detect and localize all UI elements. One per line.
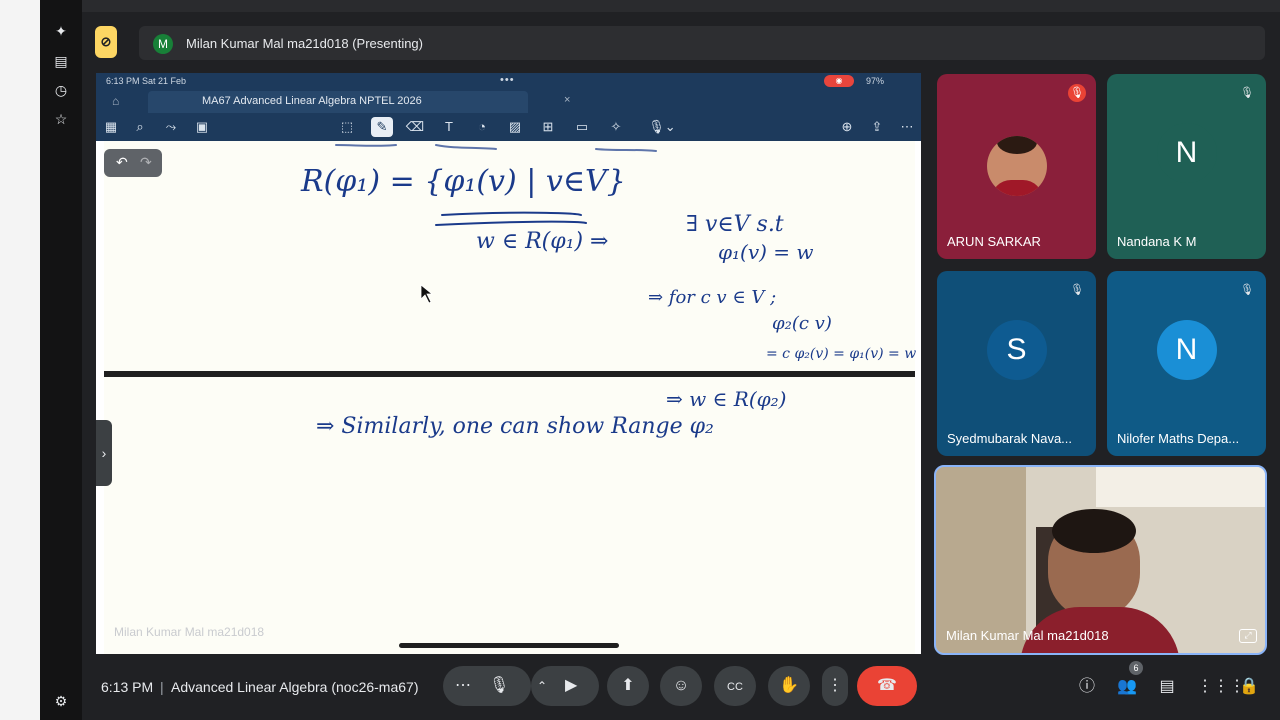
more-horizontal-icon[interactable]: ⋯ — [455, 666, 471, 706]
participant-tile[interactable]: S 🎙 Syedmubarak Nava... — [937, 271, 1096, 456]
reactions-button[interactable]: ☺ — [660, 666, 702, 706]
mic-off-icon: 🎙 — [1240, 87, 1254, 99]
camera-icon[interactable]: ▶ — [565, 666, 577, 706]
hw-line-8: ⇒ w ∈ R(φ₂) — [666, 387, 786, 411]
hang-up-icon: ☎ — [877, 677, 897, 694]
info-icon[interactable]: ⓘ — [1076, 676, 1098, 698]
hw-line-2: w ∈ R(φ₁) ⇒ — [476, 229, 608, 254]
mic-off-icon: 🎙 — [1240, 284, 1254, 296]
captions-button[interactable]: CC — [714, 666, 756, 706]
emoji-icon: ☺ — [672, 677, 690, 694]
presenter-avatar: M — [153, 34, 173, 54]
settings-icon[interactable]: ⚙ — [52, 692, 70, 710]
present-screen-button[interactable]: ⬆ — [607, 666, 649, 706]
leave-call-button[interactable]: ☎ — [857, 666, 917, 706]
participant-tile[interactable]: N 🎙 Nandana K M — [1107, 74, 1266, 259]
browser-chrome-strip — [0, 0, 1280, 12]
more-actions-group: ⋯ 🎙 — [443, 666, 531, 706]
notes-icon[interactable]: ▤ — [52, 52, 70, 70]
star-icon[interactable]: ☆ — [52, 110, 70, 128]
participant-name: ARUN SARKAR — [947, 234, 1041, 249]
avatar — [987, 136, 1047, 196]
self-name: Milan Kumar Mal ma21d018 — [946, 628, 1109, 643]
participant-name: Nilofer Maths Depa... — [1117, 431, 1240, 446]
present-off-icon[interactable]: ⊘ — [95, 26, 117, 58]
hand-icon: ✋ — [779, 677, 799, 694]
ceiling-light — [1096, 467, 1265, 507]
presenting-label: Milan Kumar Mal ma21d018 (Presenting) — [186, 36, 423, 51]
hw-line-5: ⇒ for c v ∈ V ; — [648, 287, 776, 308]
home-indicator — [399, 643, 619, 648]
mic-off-icon: 🎙 — [1068, 84, 1086, 102]
door-frame — [936, 467, 1026, 653]
meeting-time: 6:13 PM — [101, 679, 154, 695]
avatar: N — [1156, 319, 1217, 380]
sparkle-icon[interactable]: ✦ — [52, 22, 70, 40]
participant-name: Nandana K M — [1117, 234, 1197, 249]
avatar: N — [1156, 122, 1217, 183]
mic-off-icon: 🎙 — [1070, 284, 1084, 296]
people-icon[interactable]: 👥 — [1116, 676, 1138, 698]
host-controls-icon[interactable]: 🔒 — [1238, 676, 1260, 698]
hw-line-1: R(φ₁) = {φ₁(v) | v∈V} — [300, 164, 626, 199]
meet-window: ✦ ▤ ◷ ☆ ⚙ ⊘ M Milan Kumar Mal ma21d018 (… — [0, 0, 1280, 720]
separator: | — [160, 679, 164, 695]
avatar: S — [986, 319, 1047, 380]
captions-icon: CC — [727, 681, 743, 693]
participant-tile[interactable]: 🎙 ARUN SARKAR — [937, 74, 1096, 259]
hw-line-3: ∃ v∈V s.t — [686, 212, 784, 237]
handwritten-notes: R(φ₁) = {φ₁(v) | v∈V} w ∈ R(φ₁) ⇒ ∃ v∈V … — [300, 144, 916, 439]
pip-icon[interactable]: ⤢ — [1239, 629, 1257, 643]
self-view-tile[interactable]: Milan Kumar Mal ma21d018 ⤢ — [934, 465, 1267, 655]
hw-line-9: ⇒ Similarly, one can show Range φ₂ — [316, 414, 714, 439]
more-options-button[interactable]: ⋮ — [822, 666, 848, 706]
participant-count-badge: 6 — [1129, 661, 1143, 675]
mouse-pointer — [420, 284, 434, 304]
camera-group: ⌃ ▶ — [531, 666, 599, 706]
undo-redo-pill: ↶ ↷ — [104, 149, 162, 177]
participant-tile[interactable]: N 🎙 Nilofer Maths Depa... — [1107, 271, 1266, 456]
presenter-watermark: Milan Kumar Mal ma21d018 — [114, 625, 265, 639]
redo-icon[interactable]: ↷ — [140, 154, 152, 171]
microphone-icon[interactable]: 🎙 — [489, 666, 509, 706]
chevron-up-icon[interactable]: ⌃ — [537, 666, 547, 706]
hw-line-6: φ₂(c v) — [772, 313, 832, 334]
undo-icon[interactable]: ↶ — [116, 154, 128, 171]
present-icon: ⬆ — [621, 677, 635, 694]
os-left-rail — [0, 0, 40, 720]
person-head — [1048, 509, 1140, 619]
participant-name: Syedmubarak Nava... — [947, 431, 1073, 446]
side-panel-rail — [40, 0, 82, 720]
meeting-title: Advanced Linear Algebra (noc26-ma67) — [171, 679, 419, 695]
activities-icon[interactable]: ⋮⋮⋮ — [1197, 676, 1245, 698]
shared-screen: 6:13 PM Sat 21 Feb ••• ◉ 97% ⌂ MA67 Adva… — [96, 73, 921, 654]
chat-icon[interactable]: ▤ — [1156, 676, 1178, 698]
hw-line-7: = c φ₂(v) = φ₁(v) = w — [766, 346, 916, 362]
hw-line-4: φ₁(v) = w — [718, 240, 814, 264]
raise-hand-button[interactable]: ✋ — [768, 666, 810, 706]
more-vertical-icon: ⋮ — [827, 677, 843, 694]
history-icon[interactable]: ◷ — [52, 81, 70, 99]
expand-side-panel-button[interactable]: › — [96, 420, 112, 486]
